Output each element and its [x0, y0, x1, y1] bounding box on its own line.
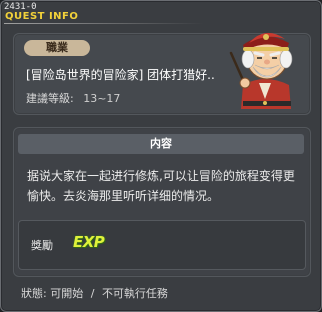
content-panel: 内容 据说大家在一起进行修炼,可以让冒险的旅程变得更愉快。去炎海那里听听详细的情…: [13, 127, 311, 277]
quest-status: 狀態: 可開始 / 不可執行任務: [21, 285, 168, 301]
status-label: 狀態:: [21, 287, 47, 300]
title-divider: [4, 23, 204, 24]
reward-label: 獎勵: [31, 239, 53, 252]
status-unavailable: 不可執行任務: [101, 287, 168, 300]
exp-reward-icon: EXP: [73, 233, 105, 251]
status-available: 可開始: [50, 287, 84, 300]
job-badge: 職業: [24, 40, 90, 56]
reward-box: 獎勵 EXP: [18, 220, 306, 270]
level-label: 建議等級:: [26, 92, 74, 105]
level-value: 13~17: [83, 92, 121, 105]
content-header: 内容: [18, 134, 304, 154]
quest-info-window: 2431-0 QUEST INFO 職業 [冒险岛世界的冒险家] 团体打猎好..…: [0, 0, 322, 312]
quest-name: [冒险岛世界的冒险家] 团体打猎好..: [26, 68, 215, 82]
npc-portrait-icon: [229, 32, 293, 109]
status-separator: /: [90, 287, 95, 300]
quest-description: 据说大家在一起进行修炼,可以让冒险的旅程变得更愉快。去炎海那里听听详细的情况。: [27, 169, 295, 203]
recommended-level: 建議等級: 13~17: [26, 90, 120, 106]
window-title: QUEST INFO: [5, 11, 79, 22]
